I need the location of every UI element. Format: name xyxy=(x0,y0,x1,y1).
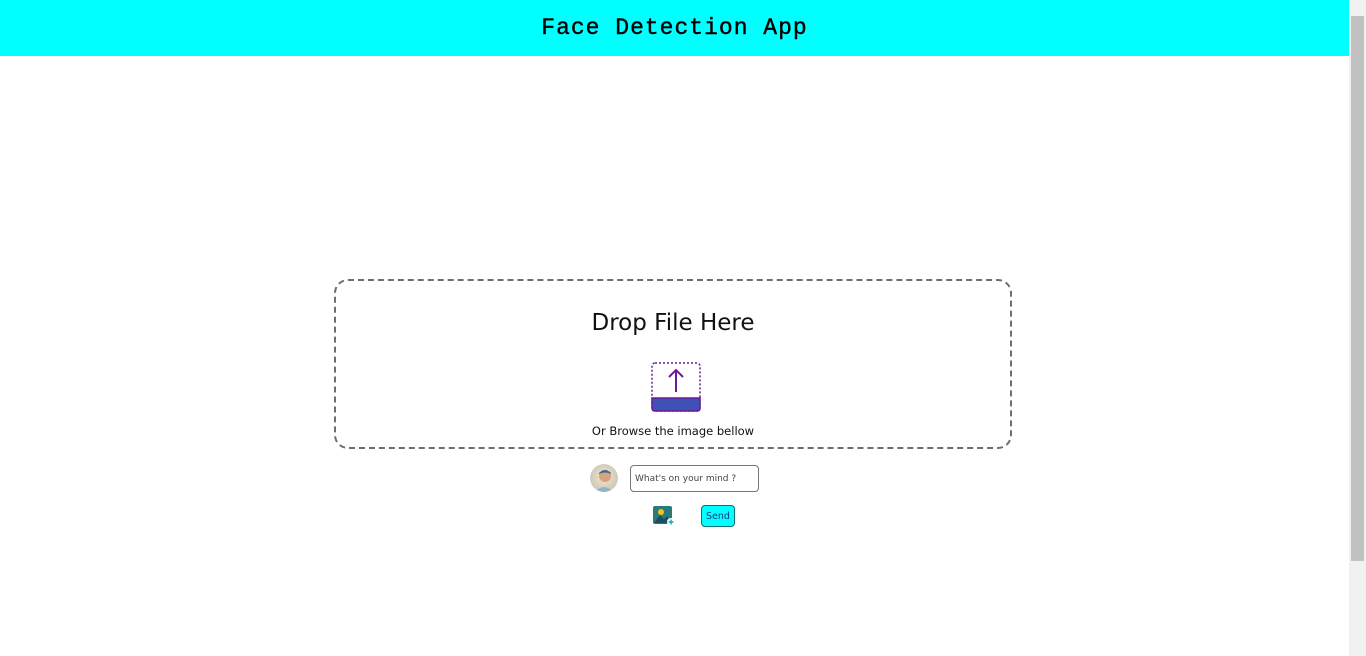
app-header: Face Detection App xyxy=(0,0,1349,56)
send-button[interactable]: Send xyxy=(701,505,735,527)
page: Face Detection App Drop File Here Or Bro… xyxy=(0,0,1349,656)
post-text-input[interactable] xyxy=(630,465,759,492)
file-dropzone[interactable]: Drop File Here Or Browse the image bello… xyxy=(334,279,1012,449)
user-avatar xyxy=(590,464,618,492)
scrollbar-thumb[interactable] xyxy=(1351,16,1364,561)
vertical-scrollbar[interactable] xyxy=(1349,0,1366,656)
add-image-icon[interactable] xyxy=(652,505,676,527)
browse-instruction: Or Browse the image bellow xyxy=(591,424,755,438)
dropzone-title: Drop File Here xyxy=(591,310,755,336)
app-title: Face Detection App xyxy=(541,15,808,41)
avatar-image xyxy=(590,464,618,492)
upload-arrow-icon[interactable] xyxy=(651,362,701,412)
